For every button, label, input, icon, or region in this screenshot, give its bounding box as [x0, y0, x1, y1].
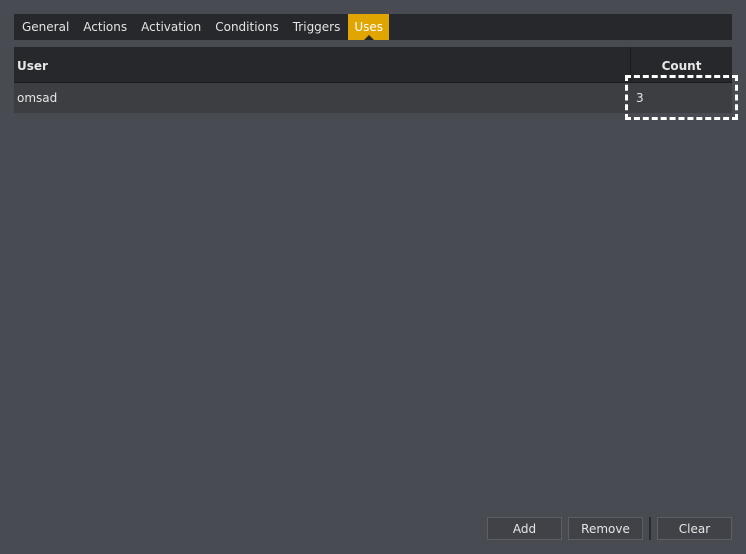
- tab-activation[interactable]: Activation: [135, 14, 207, 40]
- table-row[interactable]: omsad 3: [14, 83, 732, 113]
- cell-user[interactable]: omsad: [14, 83, 631, 113]
- uses-table: User Count omsad 3: [14, 47, 732, 113]
- button-separator: [649, 517, 651, 540]
- clear-button[interactable]: Clear: [657, 517, 732, 540]
- tab-actions[interactable]: Actions: [77, 14, 133, 40]
- add-button[interactable]: Add: [487, 517, 562, 540]
- tab-triggers[interactable]: Triggers: [287, 14, 347, 40]
- tab-general[interactable]: General: [16, 14, 75, 40]
- tab-uses[interactable]: Uses: [348, 14, 390, 40]
- column-header-count[interactable]: Count: [631, 47, 732, 82]
- remove-button[interactable]: Remove: [568, 517, 643, 540]
- cell-count[interactable]: 3: [631, 83, 732, 113]
- table-header: User Count: [14, 47, 732, 83]
- tab-bar: General Actions Activation Conditions Tr…: [14, 14, 732, 40]
- tab-conditions[interactable]: Conditions: [209, 14, 285, 40]
- column-header-user[interactable]: User: [14, 47, 631, 82]
